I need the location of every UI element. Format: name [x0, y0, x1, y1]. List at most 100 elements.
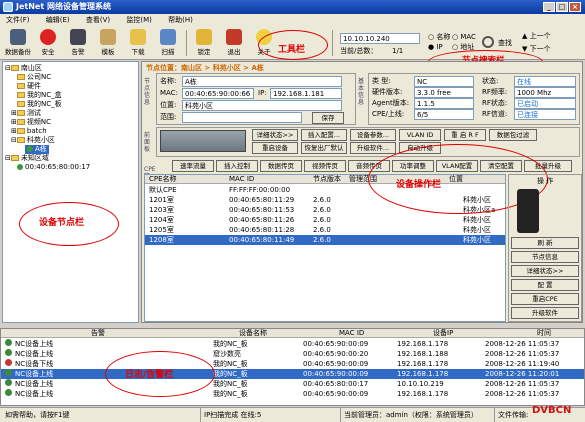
download-button[interactable]: 下载 — [124, 29, 152, 59]
log-row[interactable]: NC设备上线 我的NC_板 00:40:65:90:00:09 192.168.1.1… — [1, 339, 584, 349]
type-label: 类 型: — [372, 77, 391, 85]
save-button[interactable]: 保存 — [312, 112, 344, 124]
menu-view[interactable]: 查看(V) — [80, 14, 118, 26]
tree-node[interactable]: 00:40:65:80:00:17 — [17, 163, 90, 172]
tree-node[interactable]: 公司NC — [17, 73, 51, 82]
log-row[interactable]: NC设备下线 我的NC_板 00:40:65:90:00:09 192.168.1.1… — [1, 359, 584, 369]
cpe-value: 6/5 — [414, 109, 474, 120]
position-label: 位置: — [160, 101, 177, 109]
alarm-icon — [70, 29, 86, 45]
table-row[interactable]: 1204室 00:40:65:80:11:26 2.6.0 科苑小区 — [145, 215, 505, 225]
prev-button[interactable]: ▲ 上一个 — [522, 31, 551, 42]
menu-bar: 文件(F) 编辑(E) 查看(V) 监控(M) 帮助(H) — [0, 14, 585, 26]
configure-button[interactable]: 配 置 — [511, 279, 579, 291]
tree-node[interactable]: 硬件 — [17, 82, 41, 91]
title-bar: JetNet 网络设备管理系统 _ □ × — [0, 0, 585, 14]
table-row[interactable]: 1205室 00:40:65:80:11:28 2.6.0 科苑小区 — [145, 225, 505, 235]
range-field[interactable] — [182, 112, 302, 123]
toolbar-separator — [332, 30, 333, 56]
menu-file[interactable]: 文件(F) — [0, 14, 38, 26]
alarm-button[interactable]: 告警 — [64, 29, 92, 59]
vlan-id-button[interactable]: VLAN ID — [399, 129, 441, 141]
log-row-selected[interactable]: NC设备上线 我的NC_板 00:40:65:90:00:09 192.168.1.1… — [1, 369, 584, 379]
name-field[interactable]: A栋 — [182, 76, 342, 87]
status-admin: 当前管理员：admin（权限：系统管理员） — [340, 408, 478, 422]
minimize-button[interactable]: _ — [543, 2, 555, 12]
restart-cpe-button[interactable]: 重启CPE — [511, 293, 579, 305]
tree-node-nanshan[interactable]: ⊟ 南山区 — [5, 64, 42, 73]
factory-reset-button[interactable]: 恢复出厂默认 — [301, 142, 347, 154]
cpe-detail-button[interactable]: 详细状态>> — [511, 265, 579, 277]
status-bar: 如需帮助，请按F1键 IP扫描完成 在线:5 当前管理员：admin（权限：系统… — [0, 405, 585, 422]
exit-button[interactable]: 退出 — [220, 29, 248, 59]
menu-help[interactable]: 帮助(H) — [162, 14, 201, 26]
side-front-panel: 前面板 — [144, 132, 151, 153]
lock-button[interactable]: 锁定 — [190, 29, 218, 59]
ip-label: IP: — [258, 89, 267, 97]
cpe-tab-data[interactable]: 数据传页 — [260, 160, 302, 172]
cpe-upgrade-button[interactable]: 升级软件 — [511, 307, 579, 319]
search-button[interactable]: 查找 — [498, 38, 512, 49]
rf-state-label: RF状态: — [482, 99, 508, 107]
tree-node[interactable]: 我的NC_板 — [17, 100, 62, 109]
tree-node[interactable]: ⊞ 测试 — [11, 109, 41, 118]
radio-ip[interactable]: ● IP — [428, 42, 443, 53]
lock-icon — [196, 29, 212, 45]
backup-button[interactable]: 数据备份 — [4, 29, 32, 59]
menu-edit[interactable]: 编辑(E) — [40, 14, 78, 26]
cpe-tab-rate[interactable]: 速率流量 — [172, 160, 214, 172]
mac-label: MAC: — [160, 89, 178, 97]
watermark: DVBCN — [532, 405, 572, 416]
security-button[interactable]: 安全 — [34, 29, 62, 59]
mac-field[interactable]: 00:40:65:90:00:66 — [182, 88, 254, 99]
upgrade-software-button[interactable]: 升级软件... — [350, 142, 396, 154]
restart-device-button[interactable]: 重启设备 — [252, 142, 298, 154]
insert-config-button[interactable]: 插入配置... — [301, 129, 347, 141]
cpe-device-image — [517, 189, 539, 233]
packet-filter-button[interactable]: 数据包过滤 — [489, 129, 537, 141]
device-params-button[interactable]: 设备参数... — [350, 129, 396, 141]
ip-search-input[interactable]: 10.10.10.240 — [340, 33, 420, 44]
scan-button[interactable]: 扫描 — [154, 29, 182, 59]
log-row[interactable]: NC设备上线 我的NC_板 00:40:65:90:00:09 192.168.1.1… — [1, 389, 584, 399]
template-button[interactable]: 模板 — [94, 29, 122, 59]
tree-node[interactable]: ⊟ 科苑小区 — [11, 136, 55, 145]
log-table-header: 告警 设备名称 MAC ID 设备IP 时间 — [1, 329, 584, 338]
app-icon — [3, 2, 13, 12]
menu-monitor[interactable]: 监控(M) — [120, 14, 160, 26]
ops-annotation: 设备操作栏 — [396, 180, 442, 190]
state-value: 在线 — [514, 76, 576, 87]
cpe-tab-video[interactable]: 视频传页 — [304, 160, 346, 172]
maximize-button[interactable]: □ — [556, 2, 568, 12]
tree-node-selected[interactable]: A栋 — [25, 145, 49, 154]
side-base-info: 基本信息 — [358, 78, 365, 106]
status-transfer: 文件传输: — [494, 408, 528, 422]
close-button[interactable]: × — [569, 2, 581, 12]
ip-field[interactable]: 192.168.1.181 — [270, 88, 342, 99]
download-icon — [130, 29, 146, 45]
rf-freq-value: 1000 Mhz — [514, 87, 576, 98]
tree-node[interactable]: ⊞ batch — [11, 127, 47, 136]
rf-channel-label: RF信道: — [482, 110, 508, 118]
search-count: 1/1 — [392, 47, 404, 55]
breadcrumb: 节点位置：南山区 > 科苑小区 > A栋 — [146, 64, 264, 72]
log-row[interactable]: NC设备上线 我的NC_板 00:40:65:80:00:17 10.10.10.21… — [1, 379, 584, 389]
restart-rf-button[interactable]: 重 启 R F — [444, 129, 486, 141]
side-node-info: 节点信息 — [144, 78, 151, 106]
node-info-button[interactable]: 节点信息 — [511, 251, 579, 263]
refresh-button[interactable]: 刷 新 — [511, 237, 579, 249]
table-row-selected[interactable]: 1208室 00:40:65:80:11:49 2.6.0 科苑小区 — [145, 235, 505, 245]
tree-node[interactable]: 我的NC_盒 — [17, 91, 62, 100]
detail-status-button[interactable]: 详细状态>> — [252, 129, 298, 141]
device-tree: ⊟ 南山区 公司NC 硬件 我的NC_盒 我的NC_板 ⊞ 测试 ⊞ 视频NC ⊞ ba… — [2, 61, 139, 323]
detail-panel: 节点位置：南山区 > 科苑小区 > A栋 节点信息 名称: A栋 MAC: 00… — [141, 61, 583, 323]
log-panel: 告警 设备名称 MAC ID 设备IP 时间 NC设备上线 我的NC_板 00:40… — [0, 328, 585, 406]
device-image — [160, 130, 246, 152]
tree-node[interactable]: ⊞ 视频NC — [11, 118, 51, 127]
position-field[interactable]: 科苑小区 — [182, 100, 342, 111]
cpe-tab-insert[interactable]: 插入控制 — [216, 160, 258, 172]
range-label: 范围: — [160, 113, 177, 121]
log-row[interactable]: NC设备上线 窟沙数亮 00:40:65:90:00:20 192.168.1.188… — [1, 349, 584, 359]
tree-node-unknown[interactable]: ⊟ 未知区域 — [5, 154, 49, 163]
rf-channel-value: 已连接 — [514, 109, 576, 120]
